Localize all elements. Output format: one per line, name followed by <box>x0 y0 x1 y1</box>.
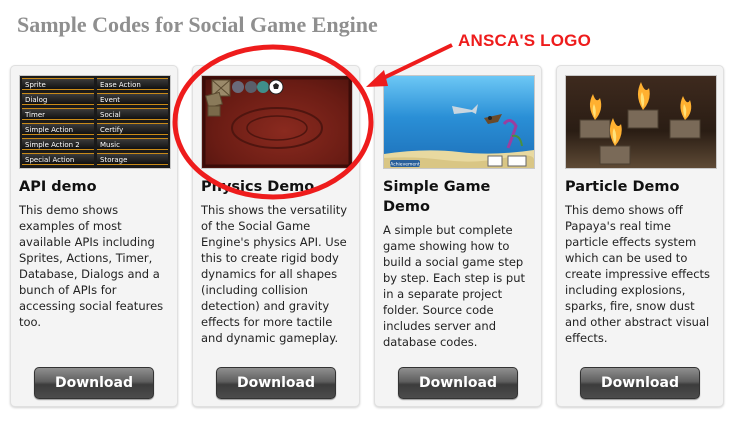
physics-demo-thumbnail[interactable] <box>201 75 353 169</box>
api-grid-row: Dialog Event <box>20 92 170 106</box>
download-button[interactable]: Download <box>34 367 154 399</box>
page-title: Sample Codes for Social Game Engine <box>17 12 378 37</box>
fire-particle-image <box>566 76 716 168</box>
api-menu-grid: Sprite Ease Action Dialog Event Timer So… <box>20 76 170 168</box>
card-description: This demo shows off Papaya's real time p… <box>565 203 711 345</box>
card-title: API demo <box>19 179 97 195</box>
download-button[interactable]: Download <box>398 367 518 399</box>
api-grid-row: Special Action Storage <box>20 152 170 166</box>
card-api-demo: Sprite Ease Action Dialog Event Timer So… <box>10 65 178 407</box>
api-grid-cell: Special Action <box>22 153 94 165</box>
annotation-label: ANSCA'S LOGO <box>458 31 592 50</box>
api-demo-thumbnail[interactable]: Sprite Ease Action Dialog Event Timer So… <box>19 75 171 169</box>
card-physics-demo: Physics Demo This shows the versatility … <box>192 65 360 407</box>
api-grid-cell: Timer <box>22 108 94 120</box>
simple-game-thumbnail[interactable]: Achievement <box>383 75 535 169</box>
card-description: This demo shows examples of most availab… <box>19 203 164 329</box>
api-grid-cell: Event <box>97 93 168 105</box>
card-simple-game-demo: Achievement Simple Game Demo A simple bu… <box>374 65 542 407</box>
api-grid-row: Simple Action Certify <box>20 122 170 136</box>
api-grid-cell: Certify <box>97 123 168 135</box>
card-description: A simple but complete game showing how t… <box>383 223 525 349</box>
particle-demo-thumbnail[interactable] <box>565 75 717 169</box>
api-grid-cell: Social <box>97 108 168 120</box>
api-grid-cell: Simple Action <box>22 123 94 135</box>
api-grid-row: Simple Action 2 Music <box>20 137 170 151</box>
api-grid-cell: Storage <box>97 153 168 165</box>
fire-scene-graphic <box>579 82 701 165</box>
api-grid-row: Timer Social <box>20 107 170 121</box>
download-button[interactable]: Download <box>580 367 700 399</box>
physics-board-image <box>202 76 352 168</box>
card-particle-demo: Particle Demo This demo shows off Papaya… <box>556 65 724 407</box>
api-grid-cell: Music <box>97 138 168 150</box>
physics-scene-graphic <box>202 76 352 168</box>
underwater-scene-image: Achievement <box>384 76 534 168</box>
api-grid-row: Sprite Ease Action <box>20 77 170 91</box>
download-button[interactable]: Download <box>216 367 336 399</box>
api-grid-cell: Simple Action 2 <box>22 138 94 150</box>
api-grid-cell: Dialog <box>22 93 94 105</box>
card-title: Physics Demo <box>201 179 315 195</box>
card-title: Particle Demo <box>565 179 680 195</box>
api-grid-cell: Sprite <box>22 78 94 90</box>
card-title: Simple Game Demo <box>383 179 491 215</box>
card-description: This shows the versatility of the Social… <box>201 203 348 345</box>
api-grid-cell: Ease Action <box>97 78 168 90</box>
achievement-badge: Achievement <box>390 162 420 168</box>
underwater-scene-graphic: Achievement <box>384 104 534 168</box>
